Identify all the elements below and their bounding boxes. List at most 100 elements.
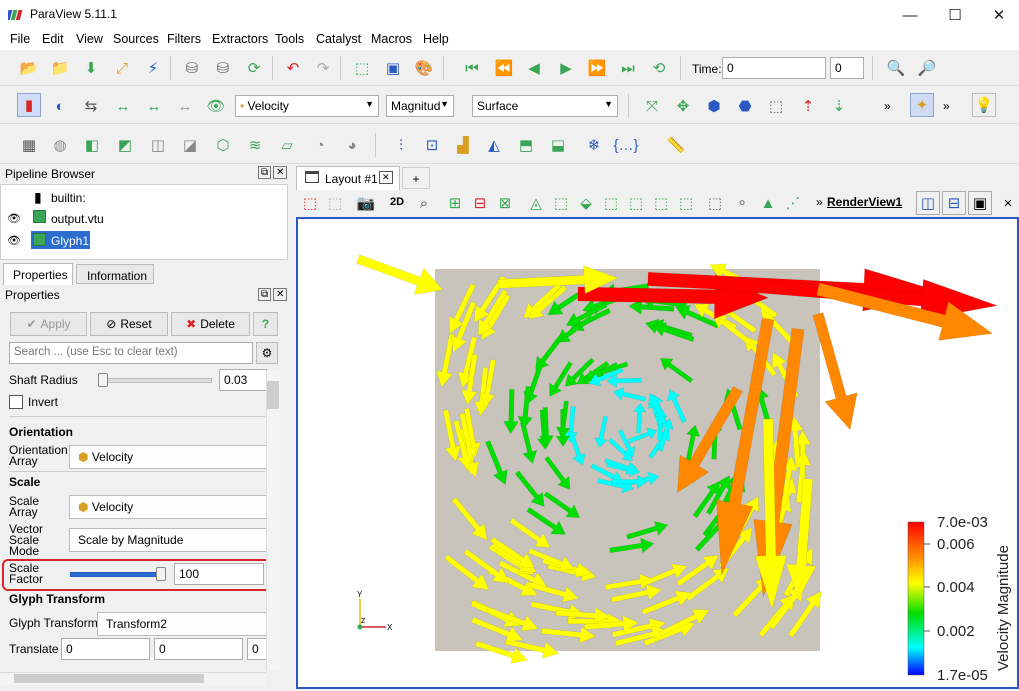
tab-information[interactable]: Information — [76, 264, 154, 284]
properties-float-icon[interactable]: ⧉ — [258, 288, 272, 301]
last-frame-icon[interactable]: ⏭ — [616, 56, 640, 80]
scale-factor-slider[interactable] — [70, 572, 163, 577]
shaft-radius-slider[interactable] — [98, 378, 212, 383]
scale-factor-field[interactable]: 100 — [174, 563, 264, 585]
edit-color-map-icon[interactable]: ◐ — [48, 94, 72, 118]
calculator-icon[interactable]: ▦ — [17, 133, 41, 157]
grow-selection-icon[interactable]: ⬚ — [674, 191, 698, 215]
properties-close-icon[interactable]: ✕ — [273, 288, 288, 301]
histogram-icon[interactable]: ▟ — [451, 133, 475, 157]
programmable-filter-icon[interactable]: {…} — [613, 133, 638, 157]
tab-properties[interactable]: Properties — [3, 263, 73, 285]
light-kit-icon[interactable]: 💡 — [972, 93, 996, 117]
shaft-radius-slider-handle[interactable] — [98, 373, 108, 387]
toolbar-more-button[interactable]: » — [884, 99, 891, 113]
close-layout-icon[interactable]: ✕ — [379, 171, 393, 184]
extract-level-icon[interactable]: ◕ — [340, 133, 364, 157]
stream-tracer-icon[interactable]: ≋ — [243, 133, 267, 157]
plot-over-line-icon[interactable]: ⫶ — [389, 133, 413, 157]
close-window-button[interactable]: ✕ — [976, 0, 1019, 30]
visibility-eye-icon[interactable]: 👁 — [7, 212, 21, 225]
select-blocks-icon[interactable]: ⬙ — [574, 191, 598, 215]
invert-checkbox[interactable] — [9, 395, 23, 409]
select-points-through-icon[interactable]: ◬ — [524, 191, 548, 215]
extract-subset-icon[interactable]: ◪ — [178, 133, 202, 157]
pipeline-float-icon[interactable]: ⧉ — [258, 166, 272, 179]
first-frame-icon[interactable]: ⏮ — [460, 56, 484, 80]
set-view-minus-x-icon[interactable]: ⇣ — [827, 94, 851, 118]
previous-frame-icon[interactable]: ⏪ — [492, 56, 516, 80]
advanced-properties-gear-icon[interactable]: ⚙ — [256, 342, 278, 364]
select-cells-through-icon[interactable]: ⊠ — [493, 191, 517, 215]
split-vertical-icon[interactable]: ⊟ — [942, 191, 966, 215]
play-icon[interactable]: ▶ — [554, 56, 578, 80]
translate-x-field[interactable]: 0 — [61, 638, 150, 660]
split-horizontal-icon[interactable]: ◫ — [916, 191, 940, 215]
save-data-icon[interactable]: ⬇ — [79, 56, 103, 80]
vector-scale-mode-select[interactable]: Scale by Magnitude — [69, 528, 267, 552]
render-view[interactable]: X Y Z 7.0e-03 0.006 0.004 0.002 1.7e-05 … — [296, 217, 1019, 689]
scale-array-select[interactable]: ⬢ Velocity — [69, 495, 267, 519]
zoom-select-icon[interactable]: ⬚ — [764, 94, 788, 118]
undo-camera-icon[interactable]: ⛁ — [180, 56, 204, 80]
hover-cells-icon[interactable]: ⬚ — [649, 191, 673, 215]
next-frame-icon[interactable]: ⏩ — [585, 56, 609, 80]
reset-session-icon[interactable]: ⬚ — [350, 56, 374, 80]
group-datasets-icon[interactable]: ◔ — [308, 133, 332, 157]
menu-view[interactable]: View — [76, 32, 103, 46]
select-polygon-icon[interactable]: ⬚ — [549, 191, 573, 215]
redo-icon[interactable]: ↷ — [311, 56, 335, 80]
orientation-array-select[interactable]: ⬢ Velocity — [69, 445, 267, 469]
view-zoom-icon[interactable]: ⌕ — [412, 191, 436, 215]
clear-selection-icon[interactable]: ⬚ — [703, 191, 727, 215]
camera-link-icon[interactable]: ⬚ — [323, 191, 347, 215]
menu-sources[interactable]: Sources — [113, 32, 159, 46]
menu-filters[interactable]: Filters — [167, 32, 201, 46]
glyph-transform-select[interactable]: Transform2 — [97, 612, 267, 636]
shaft-radius-field[interactable]: 0.03 — [219, 369, 267, 391]
menu-tools[interactable]: Tools — [275, 32, 304, 46]
interactive-select-icon[interactable]: ⬚ — [599, 191, 623, 215]
capture-screenshot-icon[interactable]: ⬚ — [298, 191, 322, 215]
pipeline-item-output-vtu[interactable]: output.vtu — [51, 212, 104, 226]
zoom-box-icon[interactable]: ⬣ — [733, 94, 757, 118]
probe-icon[interactable]: ⊡ — [420, 133, 444, 157]
menu-catalyst[interactable]: Catalyst — [316, 32, 361, 46]
glyph-icon[interactable]: ⬡ — [211, 133, 235, 157]
tab-layout-1[interactable]: Layout #1 ✕ — [296, 166, 400, 190]
redo-camera-icon[interactable]: ⛁ — [211, 56, 235, 80]
maximize-button[interactable]: ☐ — [932, 0, 978, 30]
clip-icon[interactable]: ◧ — [80, 133, 104, 157]
connect-icon[interactable]: ⤢ — [110, 56, 134, 80]
set-view-plus-x-icon[interactable]: ⇡ — [796, 94, 820, 118]
color-array-select[interactable]: • Velocity ▼ — [235, 95, 379, 117]
pipeline-item-glyph1[interactable]: Glyph1 — [51, 234, 89, 248]
python-calc-icon[interactable]: ⬒ — [514, 133, 538, 157]
undo-icon[interactable]: ↶ — [281, 56, 305, 80]
property-search-input[interactable]: Search ... (use Esc to clear text) — [9, 342, 253, 364]
visibility-eye-icon-2[interactable]: 👁 — [7, 234, 21, 247]
properties-scrollbar-thumb[interactable] — [267, 381, 279, 409]
reset-camera-icon[interactable]: ⤧ — [640, 94, 664, 118]
glyph-vector-field[interactable]: X Y Z 7.0e-03 0.006 0.004 0.002 1.7e-05 … — [298, 219, 1017, 687]
scale-factor-slider-handle[interactable] — [156, 567, 166, 581]
ruler-icon[interactable]: 📏 — [664, 133, 688, 157]
warp-vector-icon[interactable]: ⏥ — [275, 133, 299, 157]
component-select[interactable]: Magnitud ▼ — [386, 95, 454, 117]
menu-help[interactable]: Help — [423, 32, 449, 46]
auto-apply-icon[interactable]: ⟳ — [242, 56, 266, 80]
add-layout-tab-button[interactable]: + — [402, 167, 430, 189]
representation-select[interactable]: Surface ▼ — [472, 95, 618, 117]
rescale-visible-icon[interactable]: ↔ — [173, 94, 197, 118]
render-view-label[interactable]: RenderView1 — [827, 195, 902, 209]
rescale-visible-range-icon[interactable]: 👁 — [204, 94, 228, 118]
zoom-data-icon[interactable]: ⬢ — [702, 94, 726, 118]
menu-macros[interactable]: Macros — [371, 32, 412, 46]
reset-range-icon[interactable]: ⇆ — [79, 94, 103, 118]
properties-hscroll-thumb[interactable] — [14, 674, 204, 683]
show-center-icon[interactable]: ✦ — [910, 93, 934, 117]
hide-icon[interactable]: ⋰ — [781, 191, 805, 215]
slice-icon[interactable]: ◩ — [113, 133, 137, 157]
snowflake-icon[interactable]: ❄ — [582, 133, 606, 157]
contour-icon[interactable]: ◍ — [48, 133, 72, 157]
